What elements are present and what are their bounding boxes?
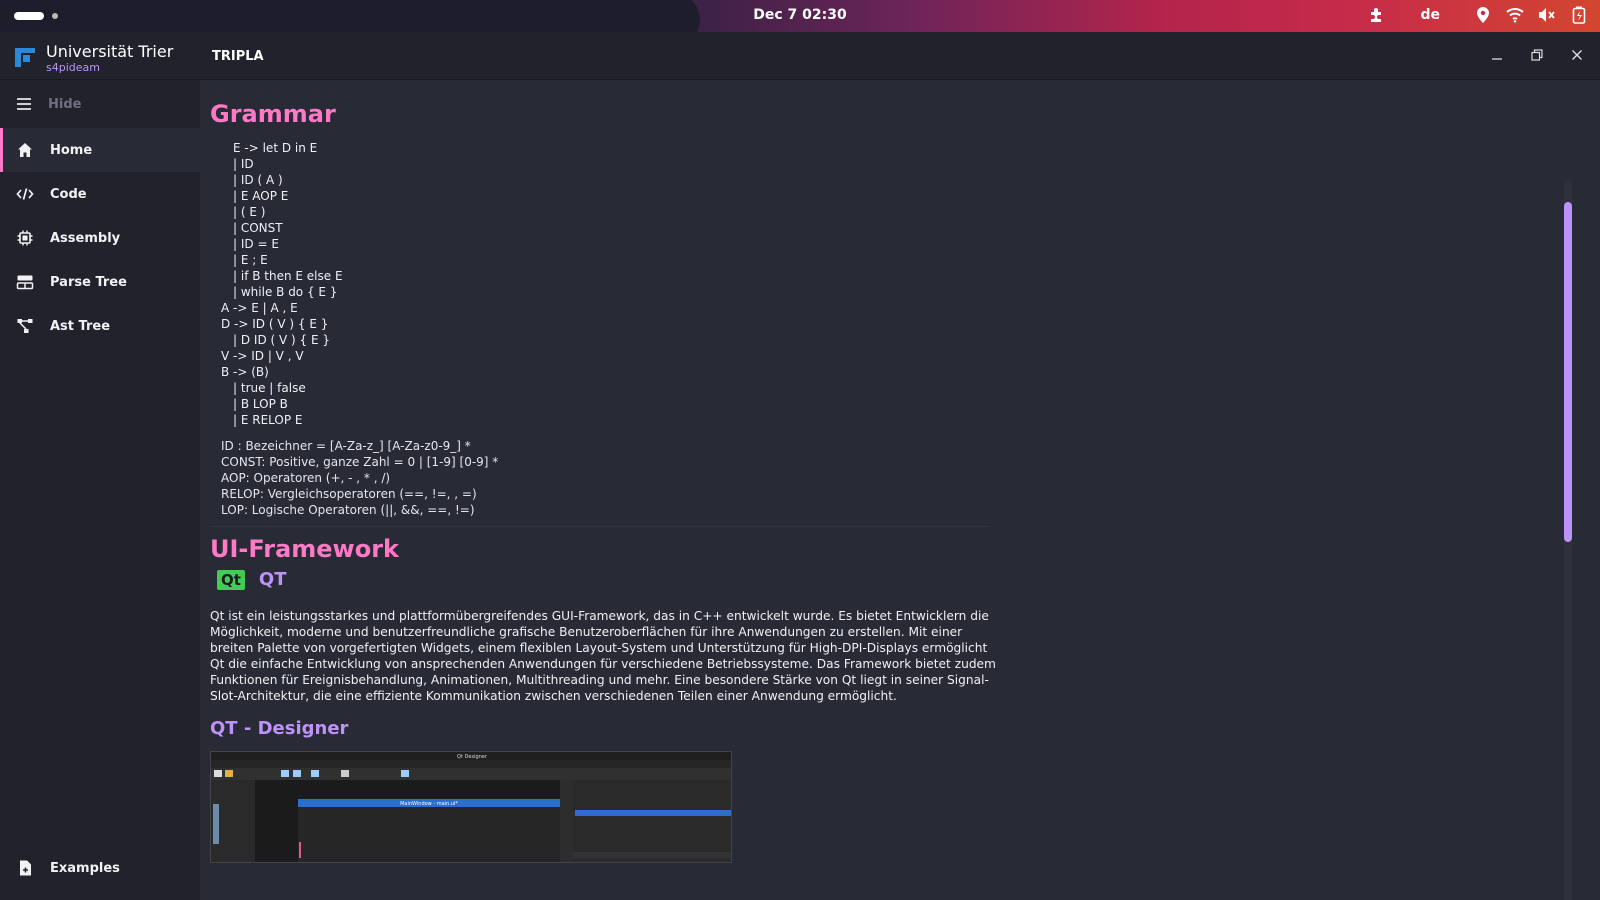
sidebar-item-examples[interactable]: Examples xyxy=(0,846,200,890)
grammar-definition: LOP: Logische Operatoren (||, &&, ==, !=… xyxy=(221,503,475,517)
sidebar-item-label: Ast Tree xyxy=(50,318,111,334)
brand-name: Universität Trier xyxy=(46,42,174,61)
qt-logo: Qt xyxy=(217,569,245,590)
wifi-icon[interactable] xyxy=(1506,6,1524,24)
grammar-line: | E AOP E xyxy=(233,189,289,203)
clock[interactable]: Dec 7 02:30 xyxy=(0,7,1600,23)
scrollbar-thumb[interactable] xyxy=(1564,202,1572,542)
designer-heading: QT - Designer xyxy=(210,718,349,739)
grammar-line: | E ; E xyxy=(233,253,268,267)
grammar-definition: CONST: Positive, ganze Zahl = 0 | [1-9] … xyxy=(221,455,499,469)
grammar-line: D -> ID ( V ) { E } xyxy=(221,317,329,331)
section-divider xyxy=(210,526,990,527)
file-add-icon xyxy=(20,860,31,876)
window-titlebar[interactable]: Universität Trier s4pideam TRIPLA xyxy=(0,32,1600,80)
hide-label[interactable]: Hide xyxy=(48,97,81,112)
sidebar-item-label: Examples xyxy=(50,860,120,876)
sidebar-item-ast-tree[interactable]: Ast Tree xyxy=(0,304,200,348)
volume-muted-icon[interactable] xyxy=(1538,6,1556,24)
grammar-line: | while B do { E } xyxy=(233,285,338,299)
brand: Universität Trier s4pideam xyxy=(14,42,173,74)
grammar-line: | if B then E else E xyxy=(233,269,343,283)
framework-description: Qt ist ein leistungsstarkes und plattfor… xyxy=(210,609,996,703)
grammar-line: | ID ( A ) xyxy=(233,173,283,187)
extensions-icon[interactable] xyxy=(1368,6,1386,24)
framework-name: QT xyxy=(258,569,287,590)
restore-button[interactable] xyxy=(1528,46,1546,64)
keyboard-layout[interactable]: de xyxy=(1420,7,1440,23)
brand-user: s4pideam xyxy=(46,61,100,74)
grammar-heading: Grammar xyxy=(210,100,336,128)
grammar-line: | true | false xyxy=(233,381,306,395)
qt-designer-preview: MainWindow - main.ui* Qt Designer xyxy=(211,752,731,862)
window-controls xyxy=(1488,46,1586,64)
grammar-definition: AOP: Operatoren (+, - , * , /) xyxy=(221,471,391,485)
qt-designer-screenshot: MainWindow - main.ui* Qt Designer xyxy=(210,751,732,863)
uni-trier-logo-icon xyxy=(15,48,35,67)
sidebar-hide-toggle[interactable]: Hide xyxy=(0,80,200,128)
grammar-definitions: ID : Bezeichner = [A-Za-z_] [A-Za-z0-9_]… xyxy=(210,438,1010,518)
grammar-line: E -> let D in E xyxy=(233,141,318,155)
grammar-line: | ID xyxy=(233,157,254,171)
grammar-line: | ( E ) xyxy=(233,205,266,219)
window-title: TRIPLA xyxy=(212,49,264,64)
grammar-line: | D ID ( V ) { E } xyxy=(233,333,331,347)
close-button[interactable] xyxy=(1568,46,1586,64)
grammar-line: V -> ID | V , V xyxy=(221,349,304,363)
grammar-rules: E -> let D in E | ID | ID ( A ) | E AOP E | … xyxy=(210,140,1010,428)
location-icon[interactable] xyxy=(1474,6,1492,24)
grammar-line: | E RELOP E xyxy=(233,413,303,427)
sidebar-item-parse-tree[interactable]: Parse Tree xyxy=(0,260,200,304)
grammar-line: B -> (B) xyxy=(221,365,269,379)
grammar-definition: ID : Bezeichner = [A-Za-z_] [A-Za-z0-9_]… xyxy=(221,439,471,453)
sidebar-item-label: Code xyxy=(50,186,87,202)
grammar-line: A -> E | A , E xyxy=(221,301,298,315)
designer-window-title: Qt Designer xyxy=(457,754,488,760)
table-icon xyxy=(16,275,34,290)
code-icon xyxy=(16,188,34,200)
grammar-line: | CONST xyxy=(233,221,283,235)
main-content[interactable]: Grammar E -> let D in E | ID | ID ( A ) | E… xyxy=(200,80,1582,900)
system-tray[interactable]: de xyxy=(1368,6,1588,24)
sidebar: Hide Home Code Assembly Parse Tree Ast T… xyxy=(0,80,200,900)
minimize-button[interactable] xyxy=(1488,46,1506,64)
designer-inner-title: MainWindow - main.ui* xyxy=(400,801,458,807)
home-icon xyxy=(18,143,32,157)
sidebar-item-label: Parse Tree xyxy=(50,274,127,290)
tree-icon xyxy=(17,319,33,333)
system-top-bar: Dec 7 02:30 de xyxy=(0,0,1600,32)
sidebar-item-assembly[interactable]: Assembly xyxy=(0,216,200,260)
battery-icon[interactable] xyxy=(1570,6,1588,24)
content-column: Grammar E -> let D in E | ID | ID ( A ) | E… xyxy=(210,100,1010,863)
framework-heading: UI-Framework xyxy=(210,535,400,563)
grammar-definition: RELOP: Vergleichsoperatoren (==, !=, , =… xyxy=(221,487,477,501)
sidebar-item-label: Assembly xyxy=(50,230,121,246)
sidebar-item-code[interactable]: Code xyxy=(0,172,200,216)
hamburger-menu-icon[interactable] xyxy=(16,97,32,111)
grammar-line: | B LOP B xyxy=(233,397,288,411)
sidebar-item-label: Home xyxy=(50,142,93,158)
grammar-line: | ID = E xyxy=(233,237,279,251)
framework-badge: Qt QT xyxy=(217,569,1010,590)
sidebar-item-home[interactable]: Home xyxy=(0,128,200,172)
chip-icon xyxy=(17,230,33,246)
